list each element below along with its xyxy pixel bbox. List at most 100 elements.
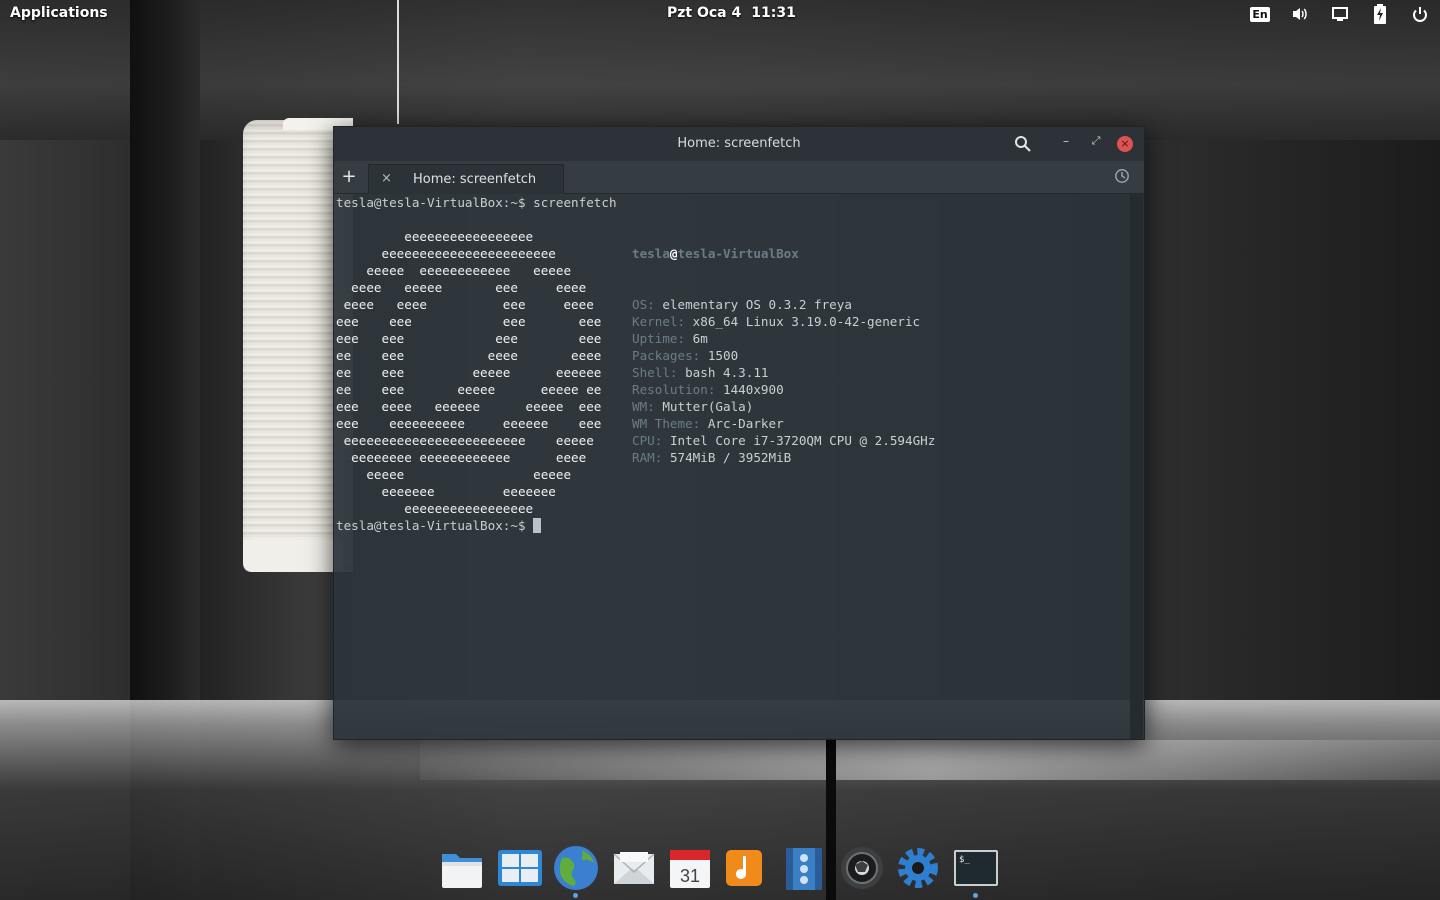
battery-icon[interactable]: [1370, 4, 1390, 24]
folder-icon: [442, 854, 482, 888]
info-key: Shell:: [632, 365, 678, 380]
info-value: bash 4.3.11: [685, 365, 769, 380]
logo-line: eeeeeeeeeeeeeeeeeeeeeee: [336, 246, 556, 261]
music-icon: [726, 850, 762, 886]
logo-line: eeeeeeeeeeeeeeeee: [336, 501, 534, 516]
dock-web-browser[interactable]: [552, 844, 600, 898]
ascii-logo: eeeeeeeeeeeeeeeee eeeeeeeeeeeeeeeeeeeeee…: [336, 211, 601, 517]
logo-line: eee eeee eeeeee eeeee eee: [336, 399, 602, 414]
window-titlebar[interactable]: Home: screenfetch – ⤢ ×: [334, 127, 1144, 161]
minimize-button[interactable]: –: [1056, 134, 1076, 154]
info-key: CPU:: [632, 433, 663, 448]
terminal-output[interactable]: tesla@tesla-VirtualBox:~$ screenfetch ee…: [336, 194, 1130, 739]
gear-icon: [898, 848, 938, 888]
info-key: Packages:: [632, 348, 701, 363]
running-indicator: [573, 893, 578, 898]
dock-music[interactable]: [720, 844, 768, 892]
keyboard-layout-indicator[interactable]: En: [1250, 4, 1270, 24]
system-info: tesla@tesla-VirtualBox OS: elementary OS…: [632, 211, 935, 500]
logo-line: eee eee eee eee: [336, 314, 602, 329]
final-prompt: tesla@tesla-VirtualBox:~$: [336, 518, 534, 533]
camera-icon: [841, 847, 883, 889]
tab-label: Home: screenfetch: [413, 172, 537, 187]
command-line: tesla@tesla-VirtualBox:~$ screenfetch: [336, 195, 617, 210]
logo-line: eeee eeee eee eeee: [336, 297, 594, 312]
info-key: WM Theme:: [632, 416, 701, 431]
language-label: En: [1250, 6, 1270, 22]
dock-multitasking-view[interactable]: [496, 844, 544, 892]
terminal-window: Home: screenfetch – ⤢ × + × Home: screen…: [333, 126, 1145, 740]
info-key: Uptime:: [632, 331, 686, 346]
terminal-icon: $_: [954, 850, 998, 886]
svg-text:$_: $_: [959, 855, 970, 865]
info-value: Arc-Darker: [707, 416, 784, 431]
info-user: tesla: [632, 246, 670, 261]
dock-system-settings[interactable]: [894, 844, 942, 892]
logo-line: ee eee eeee eeee: [336, 348, 602, 363]
logo-line: eeeeeeeeeeeeeeeee: [336, 229, 534, 244]
info-key: OS:: [632, 297, 655, 312]
dock-mail[interactable]: [610, 844, 658, 892]
logo-line: eeeee eeeee: [336, 467, 572, 482]
dock-photos[interactable]: [838, 844, 886, 892]
calendar-day: 31: [680, 866, 700, 886]
info-line: Packages: 1500: [632, 347, 935, 364]
logo-line: eee eee eee eee: [336, 331, 602, 346]
info-line: RAM: 574MiB / 3952MiB: [632, 449, 935, 466]
info-value: elementary OS 0.3.2 freya: [662, 297, 852, 312]
calendar-icon: 31: [670, 850, 710, 888]
logo-line: ee eee eeeee eeeee ee: [336, 382, 602, 397]
info-at: @: [669, 246, 678, 261]
tab-bar: + × Home: screenfetch: [334, 161, 1144, 194]
info-line: OS: elementary OS 0.3.2 freya: [632, 296, 935, 313]
wallpaper-lantern-bottom: [243, 540, 343, 572]
info-line: Shell: bash 4.3.11: [632, 364, 935, 381]
info-value: 574MiB / 3952MiB: [669, 450, 792, 465]
info-line: CPU: Intel Core i7-3720QM CPU @ 2.594GHz: [632, 432, 935, 449]
info-value: 1500: [707, 348, 739, 363]
globe-icon: [554, 846, 598, 890]
info-line: Resolution: 1440x900: [632, 381, 935, 398]
close-button[interactable]: ×: [1117, 136, 1133, 152]
logo-line: eeeeeee eeeeeee: [336, 484, 556, 499]
info-value: 6m: [692, 331, 708, 346]
display-icon[interactable]: [1330, 4, 1350, 24]
user-host-line: tesla@tesla-VirtualBox: [632, 245, 935, 262]
info-value: Intel Core i7-3720QM CPU @ 2.594GHz: [669, 433, 936, 448]
date-label: Pzt Oca 4: [667, 5, 742, 21]
applications-menu[interactable]: Applications: [10, 5, 108, 21]
dock-calendar[interactable]: 31: [666, 844, 714, 892]
close-tab-icon[interactable]: ×: [381, 171, 392, 186]
info-line: WM Theme: Arc-Darker: [632, 415, 935, 432]
sound-icon[interactable]: [1290, 4, 1310, 24]
video-icon: [786, 848, 822, 890]
text-cursor: [533, 518, 542, 533]
time-label: 11:31: [751, 5, 796, 21]
top-panel: Applications Pzt Oca 4 11:31 En: [0, 0, 1440, 28]
power-icon[interactable]: [1410, 4, 1430, 24]
wallpaper-light: [420, 740, 1440, 780]
info-host: tesla-VirtualBox: [677, 246, 799, 261]
dock-terminal[interactable]: $_: [952, 844, 1000, 898]
info-key: WM:: [632, 399, 655, 414]
maximize-button[interactable]: ⤢: [1086, 134, 1106, 154]
dock: 31 $_: [434, 838, 1008, 900]
logo-line: eeee eeeee eee eeee: [336, 280, 587, 295]
info-line: Uptime: 6m: [632, 330, 935, 347]
logo-line: [336, 211, 601, 228]
info-line: WM: Mutter(Gala): [632, 398, 935, 415]
new-tab-button[interactable]: +: [338, 165, 360, 189]
final-prompt-line: tesla@tesla-VirtualBox:~$: [336, 517, 542, 534]
tab-home-screenfetch[interactable]: × Home: screenfetch: [368, 164, 564, 194]
info-line: Kernel: x86_64 Linux 3.19.0-42-generic: [632, 313, 935, 330]
multitasking-icon: [498, 850, 542, 886]
logo-line: eeeee eeeeeeeeeeee eeeee: [336, 263, 572, 278]
mail-icon: [613, 852, 655, 884]
date-time-indicator[interactable]: Pzt Oca 4 11:31: [667, 5, 806, 21]
history-icon[interactable]: [1114, 168, 1132, 186]
terminal-scrollbar[interactable]: [1130, 194, 1143, 739]
logo-line: eeeeeeeeeeeeeeeeeeeeeeee eeeee: [336, 433, 594, 448]
search-icon[interactable]: [1014, 135, 1034, 155]
dock-files[interactable]: [438, 844, 486, 892]
dock-videos[interactable]: [780, 844, 828, 892]
